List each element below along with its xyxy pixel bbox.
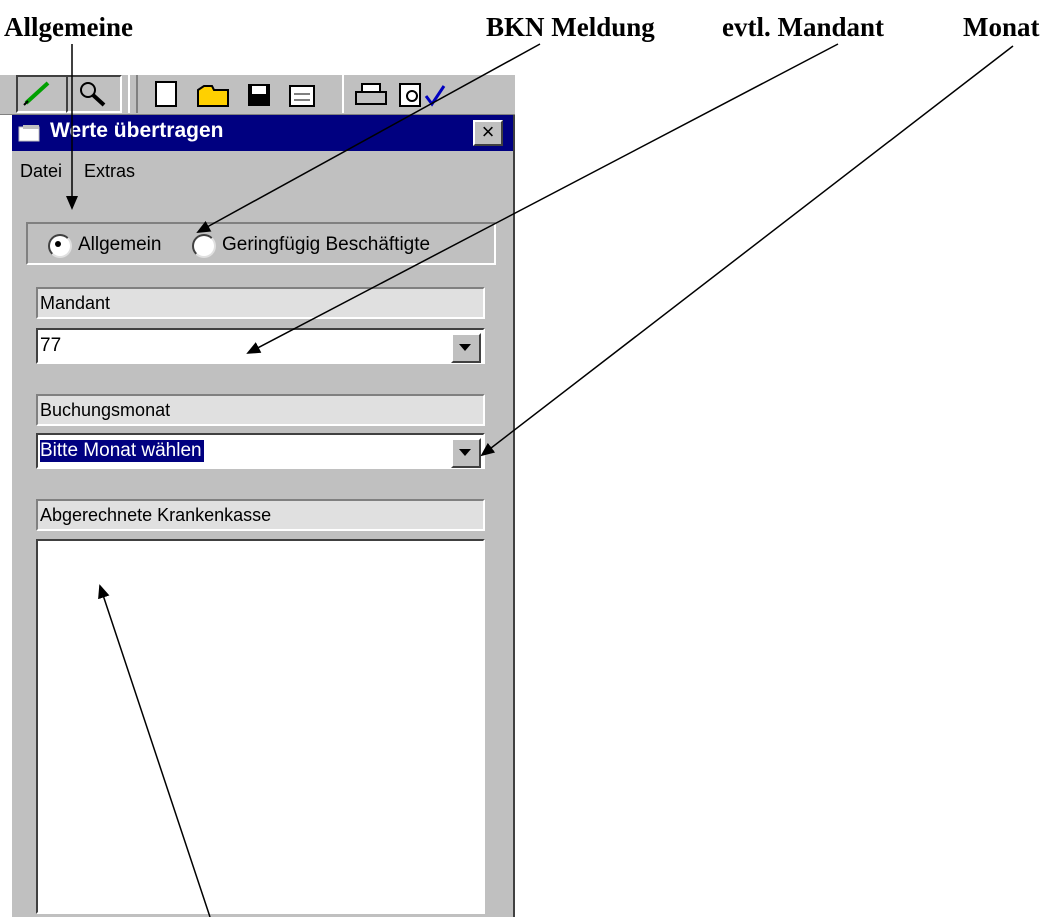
arrow-monat xyxy=(480,45,1014,457)
arrow-health-insurer xyxy=(98,584,211,917)
arrow-mandant xyxy=(246,43,839,354)
annotation-arrows xyxy=(66,43,1014,917)
arrow-bkn-meldung xyxy=(196,43,541,233)
